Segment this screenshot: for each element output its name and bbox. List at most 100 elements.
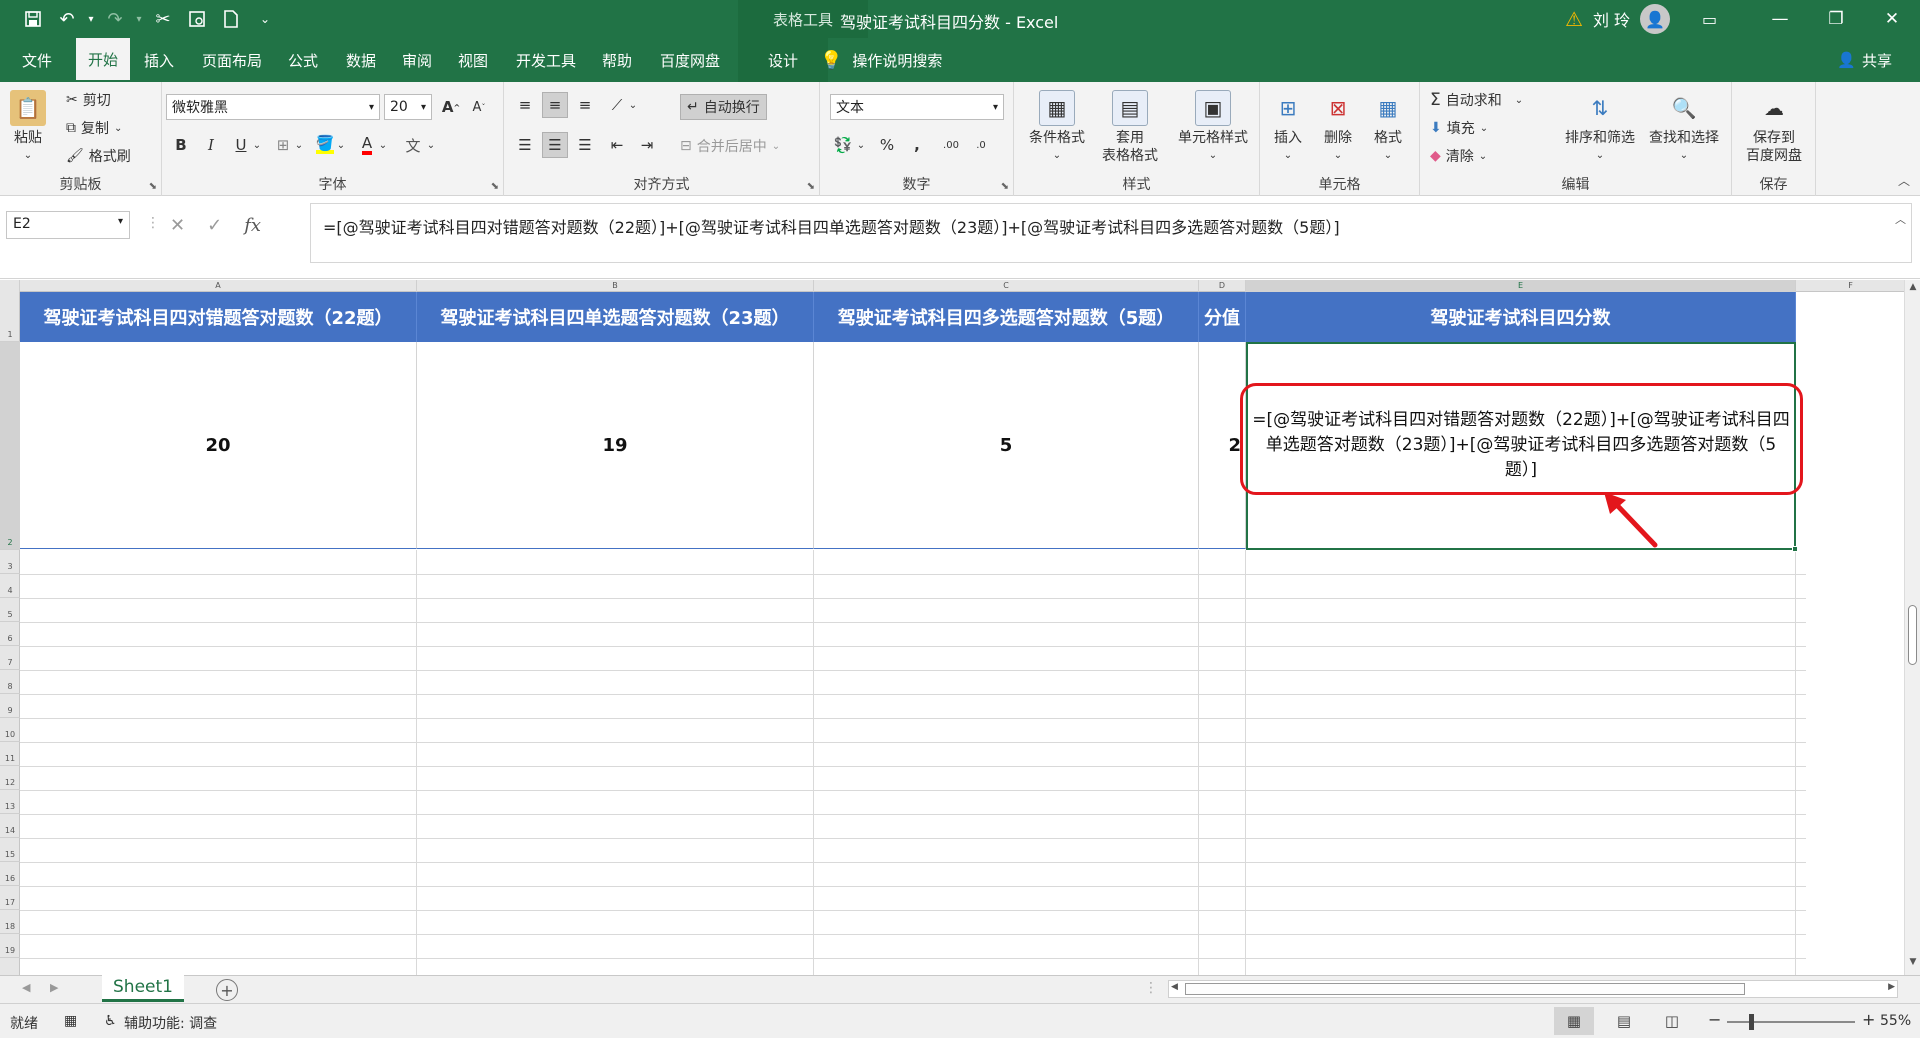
column-header-e[interactable]: E xyxy=(1246,280,1796,292)
row-header[interactable]: 12 xyxy=(0,766,20,790)
decrease-decimal-icon[interactable]: .0 xyxy=(968,132,994,158)
column-header-b[interactable]: B xyxy=(417,280,814,292)
row-header[interactable]: 19 xyxy=(0,934,20,958)
copy-button[interactable]: ⧉ 复制 ⌄ xyxy=(66,118,122,138)
collapse-formula-bar-icon[interactable]: ︿ xyxy=(1895,211,1906,227)
wrap-text-button[interactable]: ↵ 自动换行 xyxy=(680,94,767,120)
tab-formulas[interactable]: 公式 xyxy=(280,38,326,82)
redo-dropdown-icon[interactable]: ▾ xyxy=(132,0,146,38)
select-all-corner[interactable] xyxy=(0,280,20,292)
row-header[interactable]: 18 xyxy=(0,910,20,934)
align-top-icon[interactable]: ≡ xyxy=(512,92,538,118)
add-sheet-icon[interactable]: + xyxy=(216,979,238,1001)
column-header-f[interactable]: F xyxy=(1796,280,1904,292)
cell-d2[interactable]: 2 xyxy=(1199,342,1246,549)
header-cell-b1[interactable]: 驾驶证考试科目四单选题答对题数（23题） xyxy=(417,292,814,342)
insert-function-button[interactable]: fx xyxy=(244,215,261,236)
column-header-c[interactable]: C xyxy=(814,280,1199,292)
insert-cells-button[interactable]: ⊞ 插入 ⌄ xyxy=(1266,90,1310,165)
font-name-combo[interactable]: 微软雅黑 ▾ xyxy=(166,94,380,120)
chevron-down-icon[interactable]: ⌄ xyxy=(626,92,640,118)
tab-developer[interactable]: 开发工具 xyxy=(508,38,584,82)
number-format-combo[interactable]: 文本 ▾ xyxy=(830,94,1004,120)
align-right-icon[interactable]: ☰ xyxy=(572,132,598,158)
autosum-button[interactable]: Σ 自动求和 ⌄ xyxy=(1430,90,1523,110)
bold-button[interactable]: B xyxy=(168,132,194,158)
header-cell-e1[interactable]: 驾驶证考试科目四分数 xyxy=(1246,292,1796,342)
prev-sheet-icon[interactable]: ◀ xyxy=(22,981,30,994)
dialog-launcher-icon[interactable]: ⬊ xyxy=(491,181,499,192)
chevron-down-icon[interactable]: ⌄ xyxy=(250,132,264,158)
customize-qat-icon[interactable]: ⌄ xyxy=(248,0,282,38)
phonetic-icon[interactable]: 文 xyxy=(400,132,426,158)
normal-view-icon[interactable]: ▦ xyxy=(1554,1007,1594,1035)
zoom-slider[interactable] xyxy=(1727,1014,1855,1030)
chevron-down-icon[interactable]: ⌄ xyxy=(424,132,438,158)
dialog-launcher-icon[interactable]: ⬊ xyxy=(1001,181,1009,192)
row-header[interactable]: 10 xyxy=(0,718,20,742)
undo-icon[interactable]: ↶ xyxy=(50,0,84,38)
sort-filter-button[interactable]: ⇅ 排序和筛选 ⌄ xyxy=(1560,90,1640,165)
tab-page-layout[interactable]: 页面布局 xyxy=(194,38,270,82)
header-cell-c1[interactable]: 驾驶证考试科目四多选题答对题数（5题） xyxy=(814,292,1199,342)
save-to-baidu-button[interactable]: ☁ 保存到 百度网盘 xyxy=(1736,90,1812,165)
row-header[interactable]: 13 xyxy=(0,790,20,814)
italic-button[interactable]: I xyxy=(198,132,224,158)
tab-split-handle[interactable]: ⋮ xyxy=(1144,980,1158,996)
row-header[interactable]: 17 xyxy=(0,886,20,910)
column-header-d[interactable]: D xyxy=(1199,280,1246,292)
row-header[interactable]: 15 xyxy=(0,838,20,862)
clear-button[interactable]: ◆ 清除 ⌄ xyxy=(1430,146,1487,166)
scroll-right-icon[interactable]: ▶ xyxy=(1888,982,1895,992)
percent-button[interactable]: % xyxy=(874,132,900,158)
delete-cells-button[interactable]: ⊠ 删除 ⌄ xyxy=(1316,90,1360,165)
tab-file[interactable]: 文件 xyxy=(14,38,60,82)
row-header[interactable]: 11 xyxy=(0,742,20,766)
accessibility-status[interactable]: 辅助功能: 调查 xyxy=(124,1013,217,1033)
page-layout-view-icon[interactable]: ▤ xyxy=(1604,1007,1644,1035)
print-preview-icon[interactable] xyxy=(180,0,214,38)
tab-baidu-netdisk[interactable]: 百度网盘 xyxy=(652,38,728,82)
undo-dropdown-icon[interactable]: ▾ xyxy=(84,0,98,38)
row-header[interactable]: 6 xyxy=(0,622,20,646)
find-select-button[interactable]: 🔍 查找和选择 ⌄ xyxy=(1644,90,1724,165)
restore-icon[interactable]: ❐ xyxy=(1808,0,1864,38)
tab-view[interactable]: 视图 xyxy=(450,38,496,82)
fill-button[interactable]: ⬇ 填充 ⌄ xyxy=(1430,118,1488,138)
dialog-launcher-icon[interactable]: ⬊ xyxy=(807,181,815,192)
row-header[interactable]: 9 xyxy=(0,694,20,718)
zoom-out-icon[interactable]: − xyxy=(1708,1010,1721,1029)
row-header[interactable]: 7 xyxy=(0,646,20,670)
warning-icon[interactable]: ⚠ xyxy=(1565,7,1583,31)
row-header[interactable]: 3 xyxy=(0,550,20,574)
increase-indent-icon[interactable]: ⇥ xyxy=(634,132,660,158)
macro-record-icon[interactable]: ▦ xyxy=(64,1013,77,1029)
page-break-view-icon[interactable]: ◫ xyxy=(1652,1007,1692,1035)
tab-insert[interactable]: 插入 xyxy=(136,38,182,82)
scroll-left-icon[interactable]: ◀ xyxy=(1171,982,1178,992)
tab-home[interactable]: 开始 xyxy=(76,38,131,82)
row-header[interactable]: 2 xyxy=(0,342,20,550)
fill-handle[interactable] xyxy=(1792,546,1798,552)
zoom-in-icon[interactable]: + xyxy=(1862,1010,1875,1029)
dialog-launcher-icon[interactable]: ⬊ xyxy=(149,181,157,192)
row-header[interactable]: 8 xyxy=(0,670,20,694)
cancel-icon[interactable]: ✕ xyxy=(170,215,185,236)
row-header[interactable]: 4 xyxy=(0,574,20,598)
paste-button[interactable]: 📋 粘贴 ⌄ xyxy=(10,90,46,165)
formula-bar-handle[interactable]: ⋮ xyxy=(146,215,160,231)
cut-button[interactable]: ✂ 剪切 xyxy=(66,90,111,110)
row-header[interactable]: 14 xyxy=(0,814,20,838)
ribbon-display-options-icon[interactable]: ▭ xyxy=(1702,10,1717,29)
tab-data[interactable]: 数据 xyxy=(338,38,384,82)
format-painter-button[interactable]: 🖌 格式刷 xyxy=(66,146,131,166)
cell-b2[interactable]: 19 xyxy=(417,342,814,549)
avatar[interactable]: 👤 xyxy=(1640,4,1671,34)
name-box[interactable]: E2 ▾ xyxy=(6,211,130,239)
scroll-up-icon[interactable]: ▲ xyxy=(1905,282,1920,298)
chevron-down-icon[interactable]: ⌄ xyxy=(292,132,306,158)
collapse-ribbon-icon[interactable]: ︿ xyxy=(1898,172,1910,189)
row-header[interactable]: 5 xyxy=(0,598,20,622)
worksheet-grid[interactable]: A B C D E F 1 2 3 4 5 6 7 8 9 10 11 12 1… xyxy=(0,280,1904,975)
cell-styles-button[interactable]: ▣ 单元格样式 ⌄ xyxy=(1170,90,1256,165)
